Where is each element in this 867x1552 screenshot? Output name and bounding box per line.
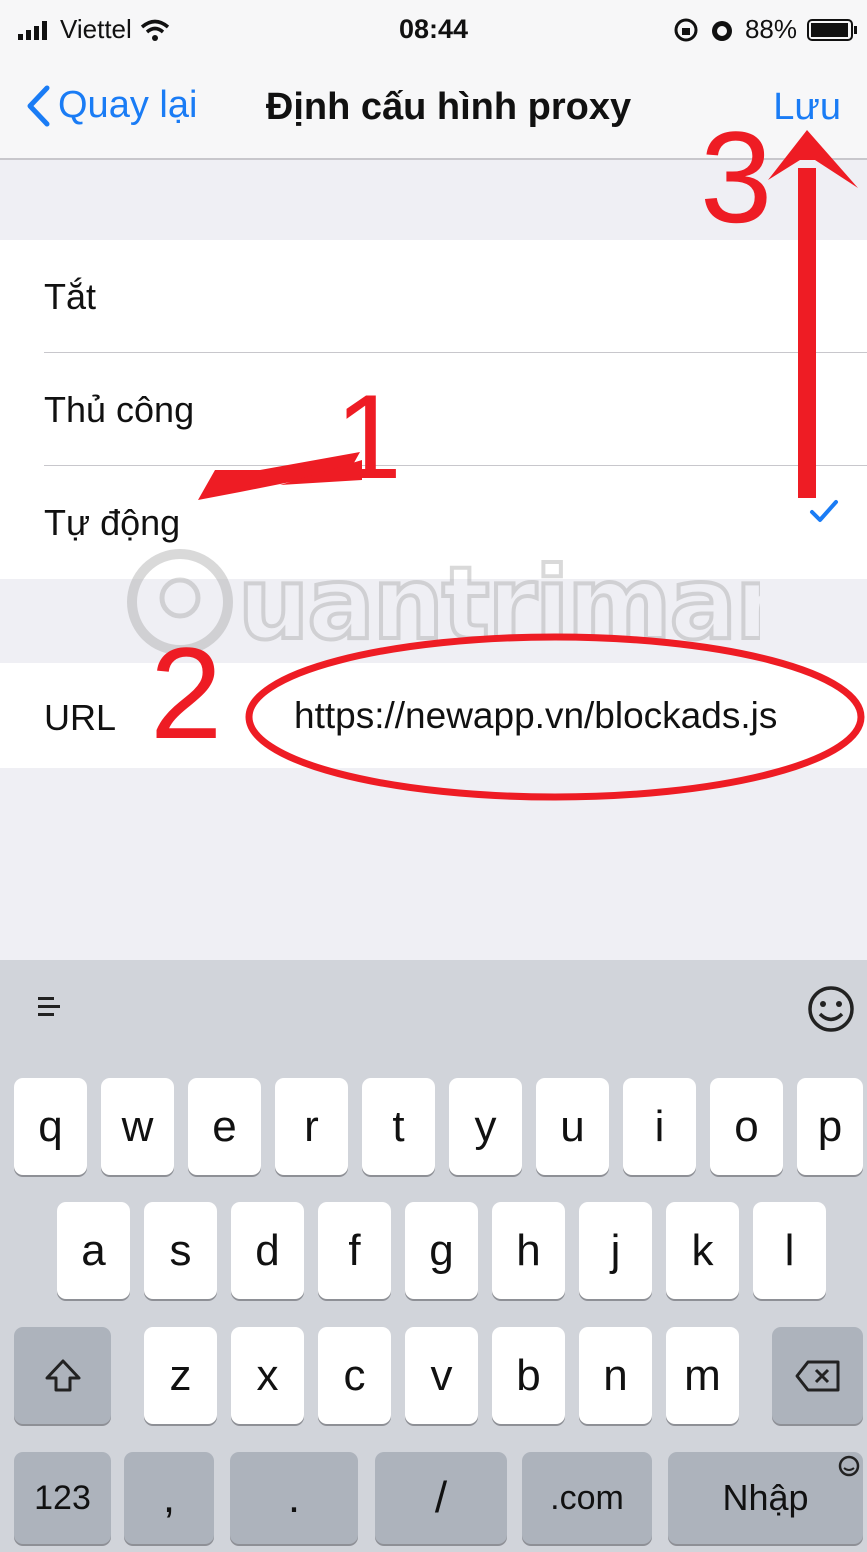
status-right: 88%	[673, 14, 859, 45]
shift-icon	[45, 1359, 80, 1391]
key-q[interactable]: q	[14, 1078, 87, 1175]
slash-key[interactable]: /	[375, 1452, 507, 1544]
navigation-bar: Quay lại Định cấu hình proxy Lưu	[0, 64, 867, 160]
key-j[interactable]: j	[579, 1202, 652, 1299]
key-p[interactable]: p	[797, 1078, 863, 1175]
key-e[interactable]: e	[188, 1078, 261, 1175]
period-key[interactable]: .	[230, 1452, 358, 1544]
url-input[interactable]: https://newapp.vn/blockads.js	[294, 695, 777, 737]
key-l[interactable]: l	[753, 1202, 826, 1299]
numbers-key[interactable]: 123	[14, 1452, 111, 1544]
key-y[interactable]: y	[449, 1078, 522, 1175]
key-g[interactable]: g	[405, 1202, 478, 1299]
backspace-icon	[795, 1360, 839, 1391]
url-label: URL	[44, 697, 117, 738]
option-off[interactable]: Tắt	[0, 240, 867, 353]
key-d[interactable]: d	[231, 1202, 304, 1299]
key-r[interactable]: r	[275, 1078, 348, 1175]
option-label: Thủ công	[44, 389, 195, 430]
key-s[interactable]: s	[144, 1202, 217, 1299]
save-button[interactable]: Lưu	[773, 86, 841, 129]
enter-key-label: Nhập	[722, 1477, 809, 1518]
watermark-logo: uantrimang	[127, 543, 867, 664]
key-t[interactable]: t	[362, 1078, 435, 1175]
key-k[interactable]: k	[666, 1202, 739, 1299]
key-w[interactable]: w	[101, 1078, 174, 1175]
emoji-icon[interactable]	[806, 984, 856, 1034]
menu-icon[interactable]	[38, 994, 64, 1020]
battery-icon	[807, 18, 857, 41]
comma-key[interactable]: ,	[124, 1452, 214, 1544]
battery-percent: 88%	[744, 14, 797, 44]
backspace-key[interactable]	[772, 1327, 863, 1424]
globe-badge-icon	[838, 1455, 860, 1477]
dotcom-key[interactable]: .com	[522, 1452, 652, 1544]
key-i[interactable]: i	[623, 1078, 696, 1175]
key-b[interactable]: b	[492, 1327, 565, 1424]
key-x[interactable]: x	[231, 1327, 304, 1424]
option-manual[interactable]: Thủ công	[0, 353, 867, 466]
watermark: uantrimang	[120, 540, 867, 699]
alarm-icon	[711, 20, 732, 41]
keyboard: q w e r t y u i o p a s d f g h j k l z …	[0, 960, 867, 1552]
proxy-mode-group: Tắt Thủ công Tự động	[0, 240, 867, 579]
shift-key[interactable]	[14, 1327, 111, 1424]
option-label: Tự động	[44, 502, 181, 543]
status-bar: Viettel 08:44 88%	[0, 0, 867, 64]
key-a[interactable]: a	[57, 1202, 130, 1299]
key-m[interactable]: m	[666, 1327, 739, 1424]
key-c[interactable]: c	[318, 1327, 391, 1424]
key-v[interactable]: v	[405, 1327, 478, 1424]
page-title: Định cấu hình proxy	[265, 86, 632, 128]
key-u[interactable]: u	[536, 1078, 609, 1175]
checkmark-icon	[810, 500, 838, 522]
key-o[interactable]: o	[710, 1078, 783, 1175]
svg-text:uantrimang: uantrimang	[238, 545, 760, 662]
enter-key[interactable]: Nhập	[668, 1452, 863, 1544]
key-z[interactable]: z	[144, 1327, 217, 1424]
key-n[interactable]: n	[579, 1327, 652, 1424]
option-label: Tắt	[44, 276, 97, 317]
key-h[interactable]: h	[492, 1202, 565, 1299]
key-f[interactable]: f	[318, 1202, 391, 1299]
rotation-lock-icon	[674, 18, 698, 41]
